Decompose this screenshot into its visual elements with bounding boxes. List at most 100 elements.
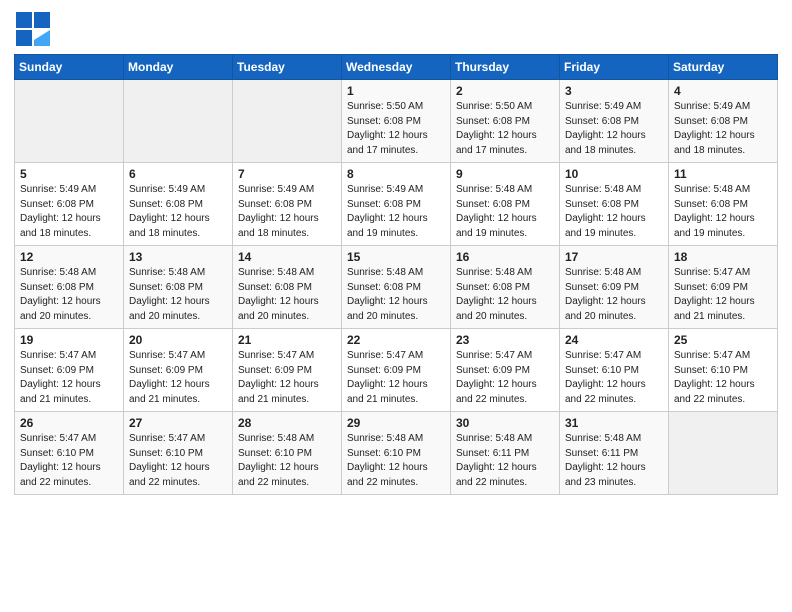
- calendar-week-5: 26 Sunrise: 5:47 AM Sunset: 6:10 PM Dayli…: [15, 412, 778, 495]
- calendar-cell: 21Sunrise: 5:47 AM Sunset: 6:09 PM Dayli…: [233, 329, 342, 412]
- calendar-cell: 13 Sunrise: 5:48 AM Sunset: 6:08 PM Dayli…: [124, 246, 233, 329]
- calendar-cell: [669, 412, 778, 495]
- logo: [14, 10, 54, 48]
- calendar-cell: 30Sunrise: 5:48 AM Sunset: 6:11 PM Dayli…: [451, 412, 560, 495]
- day-number: 9: [456, 167, 554, 181]
- calendar-cell: 26 Sunrise: 5:47 AM Sunset: 6:10 PM Dayli…: [15, 412, 124, 495]
- day-number: 20: [129, 333, 227, 347]
- day-info: Sunrise: 5:48 AM Sunset: 6:08 PM Dayligh…: [238, 267, 319, 322]
- day-info: Sunrise: 5:49 AM Sunset: 6:08 PM Dayligh…: [347, 184, 428, 239]
- day-number: 27: [129, 416, 227, 430]
- day-info: Sunrise: 5:48 AM Sunset: 6:08 PM Dayligh…: [20, 267, 101, 322]
- calendar-week-4: 19 Sunrise: 5:47 AM Sunset: 6:09 PM Dayli…: [15, 329, 778, 412]
- header-cell-thursday: Thursday: [451, 55, 560, 80]
- header-cell-wednesday: Wednesday: [342, 55, 451, 80]
- day-info: Sunrise: 5:48 AM Sunset: 6:11 PM Dayligh…: [565, 433, 646, 488]
- day-info: Sunrise: 5:48 AM Sunset: 6:09 PM Dayligh…: [565, 267, 646, 322]
- day-info: Sunrise: 5:50 AM Sunset: 6:08 PM Dayligh…: [347, 101, 428, 156]
- header-cell-saturday: Saturday: [669, 55, 778, 80]
- calendar-cell: 2 Sunrise: 5:50 AM Sunset: 6:08 PM Daylig…: [451, 80, 560, 163]
- day-info: Sunrise: 5:49 AM Sunset: 6:08 PM Dayligh…: [20, 184, 101, 239]
- calendar-table: SundayMondayTuesdayWednesdayThursdayFrid…: [14, 54, 778, 495]
- day-number: 2: [456, 84, 554, 98]
- day-number: 28: [238, 416, 336, 430]
- calendar-cell: 1 Sunrise: 5:50 AM Sunset: 6:08 PM Daylig…: [342, 80, 451, 163]
- day-info: Sunrise: 5:48 AM Sunset: 6:08 PM Dayligh…: [456, 267, 537, 322]
- day-number: 22: [347, 333, 445, 347]
- day-info: Sunrise: 5:49 AM Sunset: 6:08 PM Dayligh…: [674, 101, 755, 156]
- day-info: Sunrise: 5:49 AM Sunset: 6:08 PM Dayligh…: [565, 101, 646, 156]
- logo-icon: [14, 10, 52, 48]
- day-number: 26: [20, 416, 118, 430]
- day-info: Sunrise: 5:47 AM Sunset: 6:10 PM Dayligh…: [129, 433, 210, 488]
- calendar-cell: 11 Sunrise: 5:48 AM Sunset: 6:08 PM Dayli…: [669, 163, 778, 246]
- day-number: 24: [565, 333, 663, 347]
- day-number: 4: [674, 84, 772, 98]
- day-info: Sunrise: 5:49 AM Sunset: 6:08 PM Dayligh…: [129, 184, 210, 239]
- calendar-week-1: 1 Sunrise: 5:50 AM Sunset: 6:08 PM Daylig…: [15, 80, 778, 163]
- calendar-cell: 14 Sunrise: 5:48 AM Sunset: 6:08 PM Dayli…: [233, 246, 342, 329]
- day-number: 14: [238, 250, 336, 264]
- calendar-cell: 5 Sunrise: 5:49 AM Sunset: 6:08 PM Daylig…: [15, 163, 124, 246]
- day-info: Sunrise: 5:47 AM Sunset: 6:10 PM Dayligh…: [20, 433, 101, 488]
- calendar-cell: 16 Sunrise: 5:48 AM Sunset: 6:08 PM Dayli…: [451, 246, 560, 329]
- day-info: Sunrise: 5:47 AM Sunset: 6:10 PM Dayligh…: [674, 350, 755, 405]
- calendar-cell: [233, 80, 342, 163]
- calendar-cell: 18Sunrise: 5:47 AM Sunset: 6:09 PM Dayli…: [669, 246, 778, 329]
- day-number: 5: [20, 167, 118, 181]
- calendar-cell: 25 Sunrise: 5:47 AM Sunset: 6:10 PM Dayli…: [669, 329, 778, 412]
- calendar-header-row: SundayMondayTuesdayWednesdayThursdayFrid…: [15, 55, 778, 80]
- calendar-cell: 6 Sunrise: 5:49 AM Sunset: 6:08 PM Daylig…: [124, 163, 233, 246]
- day-number: 3: [565, 84, 663, 98]
- day-number: 8: [347, 167, 445, 181]
- day-info: Sunrise: 5:48 AM Sunset: 6:08 PM Dayligh…: [347, 267, 428, 322]
- calendar-cell: 29 Sunrise: 5:48 AM Sunset: 6:10 PM Dayli…: [342, 412, 451, 495]
- day-number: 15: [347, 250, 445, 264]
- day-number: 25: [674, 333, 772, 347]
- day-info: Sunrise: 5:48 AM Sunset: 6:10 PM Dayligh…: [347, 433, 428, 488]
- day-number: 1: [347, 84, 445, 98]
- day-number: 19: [20, 333, 118, 347]
- calendar-cell: 17Sunrise: 5:48 AM Sunset: 6:09 PM Dayli…: [560, 246, 669, 329]
- day-info: Sunrise: 5:47 AM Sunset: 6:09 PM Dayligh…: [347, 350, 428, 405]
- calendar-cell: 9 Sunrise: 5:48 AM Sunset: 6:08 PM Daylig…: [451, 163, 560, 246]
- day-info: Sunrise: 5:49 AM Sunset: 6:08 PM Dayligh…: [238, 184, 319, 239]
- day-info: Sunrise: 5:48 AM Sunset: 6:08 PM Dayligh…: [129, 267, 210, 322]
- calendar-cell: 22 Sunrise: 5:47 AM Sunset: 6:09 PM Dayli…: [342, 329, 451, 412]
- day-info: Sunrise: 5:48 AM Sunset: 6:10 PM Dayligh…: [238, 433, 319, 488]
- calendar-week-3: 12 Sunrise: 5:48 AM Sunset: 6:08 PM Dayli…: [15, 246, 778, 329]
- calendar-page: SundayMondayTuesdayWednesdayThursdayFrid…: [0, 0, 792, 612]
- day-number: 29: [347, 416, 445, 430]
- header-cell-friday: Friday: [560, 55, 669, 80]
- day-number: 7: [238, 167, 336, 181]
- header-cell-monday: Monday: [124, 55, 233, 80]
- calendar-cell: 12 Sunrise: 5:48 AM Sunset: 6:08 PM Dayli…: [15, 246, 124, 329]
- calendar-cell: 23Sunrise: 5:47 AM Sunset: 6:09 PM Dayli…: [451, 329, 560, 412]
- day-number: 13: [129, 250, 227, 264]
- calendar-cell: 7 Sunrise: 5:49 AM Sunset: 6:08 PM Daylig…: [233, 163, 342, 246]
- calendar-cell: 24 Sunrise: 5:47 AM Sunset: 6:10 PM Dayli…: [560, 329, 669, 412]
- calendar-cell: 27 Sunrise: 5:47 AM Sunset: 6:10 PM Dayli…: [124, 412, 233, 495]
- day-number: 30: [456, 416, 554, 430]
- day-number: 18: [674, 250, 772, 264]
- day-info: Sunrise: 5:47 AM Sunset: 6:09 PM Dayligh…: [20, 350, 101, 405]
- day-number: 10: [565, 167, 663, 181]
- calendar-cell: 8 Sunrise: 5:49 AM Sunset: 6:08 PM Daylig…: [342, 163, 451, 246]
- day-number: 16: [456, 250, 554, 264]
- calendar-cell: 20 Sunrise: 5:47 AM Sunset: 6:09 PM Dayli…: [124, 329, 233, 412]
- day-number: 12: [20, 250, 118, 264]
- day-info: Sunrise: 5:47 AM Sunset: 6:09 PM Dayligh…: [238, 350, 319, 405]
- day-info: Sunrise: 5:50 AM Sunset: 6:08 PM Dayligh…: [456, 101, 537, 156]
- day-info: Sunrise: 5:47 AM Sunset: 6:09 PM Dayligh…: [129, 350, 210, 405]
- day-number: 11: [674, 167, 772, 181]
- calendar-cell: 4 Sunrise: 5:49 AM Sunset: 6:08 PM Daylig…: [669, 80, 778, 163]
- calendar-week-2: 5 Sunrise: 5:49 AM Sunset: 6:08 PM Daylig…: [15, 163, 778, 246]
- calendar-cell: 28 Sunrise: 5:48 AM Sunset: 6:10 PM Dayli…: [233, 412, 342, 495]
- day-info: Sunrise: 5:48 AM Sunset: 6:08 PM Dayligh…: [674, 184, 755, 239]
- day-number: 6: [129, 167, 227, 181]
- calendar-cell: 19 Sunrise: 5:47 AM Sunset: 6:09 PM Dayli…: [15, 329, 124, 412]
- day-number: 23: [456, 333, 554, 347]
- day-info: Sunrise: 5:48 AM Sunset: 6:08 PM Dayligh…: [456, 184, 537, 239]
- day-number: 31: [565, 416, 663, 430]
- day-info: Sunrise: 5:47 AM Sunset: 6:10 PM Dayligh…: [565, 350, 646, 405]
